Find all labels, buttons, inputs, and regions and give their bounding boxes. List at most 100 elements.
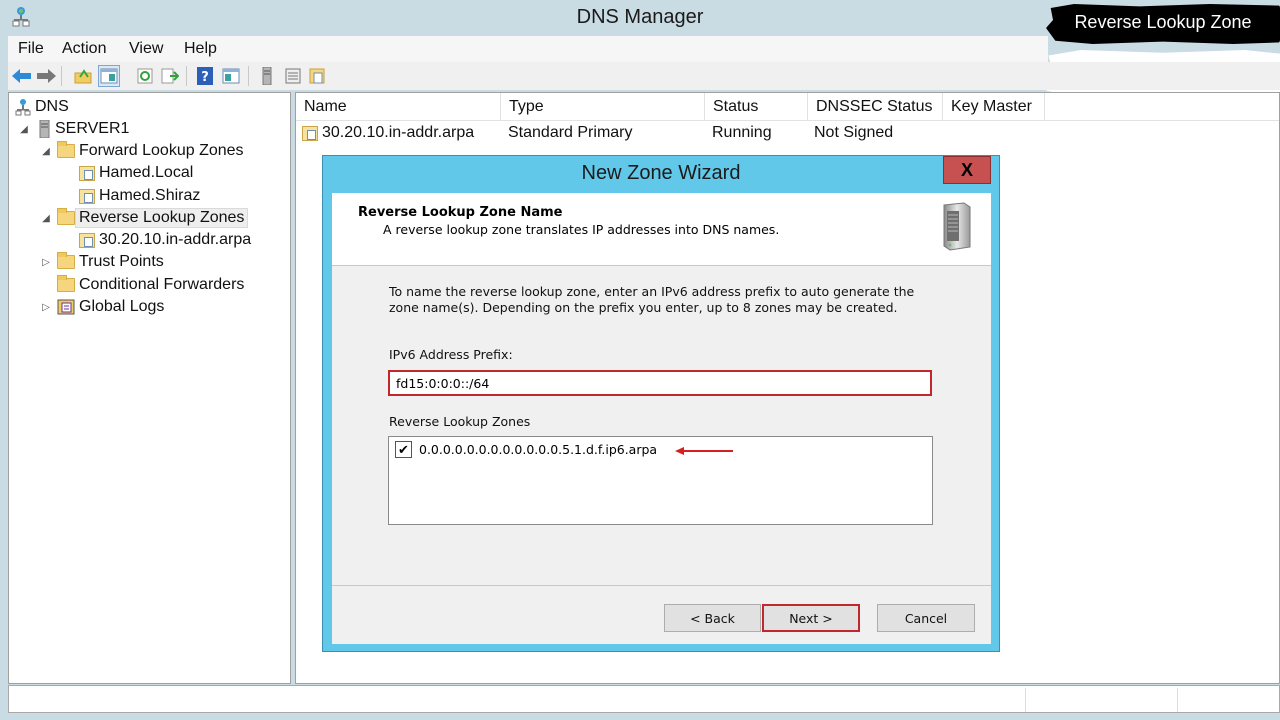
server-icon [39, 120, 50, 138]
back-arrow-icon [12, 69, 31, 83]
cell-type: Standard Primary [508, 124, 633, 141]
cell-status: Running [712, 124, 772, 141]
instructions-line-2: zone name(s). Depending on the prefix yo… [389, 300, 898, 315]
menu-file[interactable]: File [18, 40, 44, 58]
menu-view[interactable]: View [129, 40, 163, 58]
wizard-page-subtitle: A reverse lookup zone translates IP addr… [383, 222, 780, 237]
close-icon: X [960, 159, 973, 180]
show-hide-console-tree-icon [100, 68, 118, 84]
wizard-header: Reverse Lookup Zone Name A reverse looku… [332, 193, 991, 266]
zone-icon [79, 232, 95, 248]
zone-item-name: 0.0.0.0.0.0.0.0.0.0.0.0.5.1.d.f.ip6.arpa [419, 442, 658, 457]
tree-node-conditional-forwarders[interactable]: Conditional Forwarders [57, 274, 248, 296]
list-icon [285, 68, 301, 84]
tree-label: Conditional Forwarders [79, 276, 245, 293]
tree-label: Trust Points [79, 253, 164, 270]
collapsed-arrow-icon[interactable]: ▷ [41, 302, 51, 313]
export-list-icon [161, 68, 179, 84]
server-tower-icon [943, 202, 971, 251]
expanded-arrow-icon[interactable]: ◢ [41, 213, 51, 224]
annotation-arrow-icon [675, 447, 733, 455]
svg-text:?: ? [201, 70, 209, 85]
list-header: Name Type Status DNSSEC Status Key Maste… [296, 93, 1279, 121]
column-header-name[interactable]: Name [296, 93, 501, 121]
tree-label: Hamed.Local [99, 164, 194, 181]
tree-node-global-logs[interactable]: ▷ Global Logs [41, 296, 168, 318]
menu-help[interactable]: Help [184, 40, 217, 58]
tree-label: 30.20.10.in-addr.arpa [99, 231, 252, 248]
toolbar: ? [8, 62, 1280, 90]
menu-bar: File Action View Help [8, 36, 1048, 62]
cell-dnssec-status: Not Signed [814, 124, 894, 141]
tree-node-hamed-shiraz[interactable]: Hamed.Shiraz [79, 185, 204, 207]
list-button[interactable] [282, 65, 304, 87]
tree-node-reverse-lookup-zones[interactable]: ◢ Reverse Lookup Zones [41, 207, 249, 229]
tree-node-forward-lookup-zones[interactable]: ◢ Forward Lookup Zones [41, 140, 248, 162]
tree-node-hamed-local[interactable]: Hamed.Local [79, 162, 197, 184]
tree-node-30-20-10-in-addr-arpa[interactable]: 30.20.10.in-addr.arpa [79, 229, 255, 251]
up-one-level-button[interactable] [72, 65, 94, 87]
reverse-zones-listbox: ✔ 0.0.0.0.0.0.0.0.0.0.0.0.5.1.d.f.ip6.ar… [388, 436, 933, 525]
server-button[interactable] [256, 65, 278, 87]
status-divider [1177, 688, 1178, 712]
checkmark-icon: ✔ [398, 442, 409, 457]
zone-button[interactable] [307, 65, 329, 87]
tree-label: Reverse Lookup Zones [75, 208, 249, 228]
tree-node-dns[interactable]: DNS [15, 96, 73, 118]
toolbar-separator [248, 66, 249, 86]
tree-node-server1[interactable]: ◢ SERVER1 [19, 118, 133, 140]
instructions-line-1: To name the reverse lookup zone, enter a… [389, 284, 915, 299]
refresh-button[interactable] [134, 65, 156, 87]
zone-icon [79, 188, 95, 204]
zone-checkbox[interactable]: ✔ [395, 441, 412, 458]
collapsed-arrow-icon[interactable]: ▷ [41, 257, 51, 268]
cell-name: 30.20.10.in-addr.arpa [322, 124, 475, 141]
folder-icon [57, 141, 75, 158]
column-header-dnssec-status[interactable]: DNSSEC Status [808, 93, 943, 121]
tree-label: SERVER1 [55, 120, 130, 137]
tree-label: DNS [35, 98, 69, 115]
zone-icon [302, 126, 318, 141]
close-button[interactable]: X [943, 156, 991, 184]
log-icon [57, 299, 75, 315]
zone-icon [309, 68, 325, 84]
show-hide-console-tree-button[interactable] [98, 65, 120, 87]
column-header-status[interactable]: Status [705, 93, 808, 121]
folder-icon [57, 252, 75, 269]
show-hide-action-pane-icon [222, 68, 240, 84]
expanded-arrow-icon[interactable]: ◢ [19, 124, 29, 135]
forward-button[interactable] [35, 65, 57, 87]
back-button[interactable] [11, 65, 33, 87]
table-row[interactable]: 30.20.10.in-addr.arpa Standard Primary R… [296, 122, 1279, 146]
column-header-key-master[interactable]: Key Master [943, 93, 1045, 121]
dialog-title: New Zone Wizard [581, 162, 741, 184]
cancel-button[interactable]: Cancel [877, 604, 975, 632]
menu-action[interactable]: Action [62, 40, 106, 58]
column-header-type[interactable]: Type [501, 93, 705, 121]
expanded-arrow-icon[interactable]: ◢ [41, 146, 51, 157]
ipv6-prefix-input[interactable] [388, 370, 932, 396]
banner-title: Reverse Lookup Zone [1074, 12, 1252, 32]
export-list-button[interactable] [159, 65, 181, 87]
tree-label: Forward Lookup Zones [79, 142, 244, 159]
next-button[interactable]: Next > [762, 604, 860, 632]
tree-label: Global Logs [79, 298, 165, 315]
console-tree: DNS ◢ SERVER1 ◢ Forward Lookup Zones Ham… [8, 92, 291, 684]
footer-divider [332, 585, 991, 586]
dns-network-icon [15, 99, 31, 116]
back-button[interactable]: < Back [664, 604, 761, 632]
tree-label: Hamed.Shiraz [99, 187, 201, 204]
zone-icon [79, 165, 95, 181]
tree-node-trust-points[interactable]: ▷ Trust Points [41, 251, 168, 273]
toolbar-separator [61, 66, 62, 86]
status-bar [8, 685, 1280, 713]
server-icon [262, 67, 272, 85]
prefix-label: IPv6 Address Prefix: [389, 347, 513, 362]
show-hide-action-pane-button[interactable] [220, 65, 242, 87]
toolbar-separator [186, 66, 187, 86]
folder-icon [57, 208, 75, 225]
zones-label: Reverse Lookup Zones [389, 414, 531, 429]
status-divider [1025, 688, 1026, 712]
forward-arrow-icon [37, 69, 56, 83]
help-button[interactable]: ? [194, 65, 216, 87]
